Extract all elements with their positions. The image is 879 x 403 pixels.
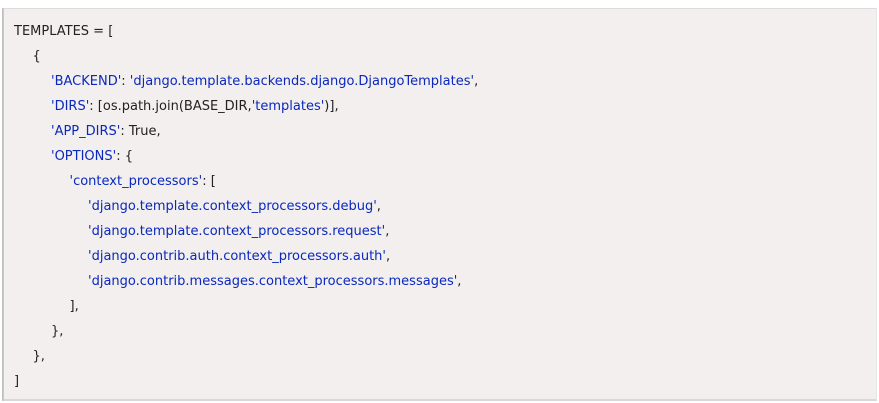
code-text-token: : { xyxy=(116,149,133,164)
code-text-token: ] xyxy=(14,374,20,389)
code-line: { xyxy=(33,47,41,67)
code-string-token: 'APP_DIRS' xyxy=(51,124,121,139)
code-text-token: ], xyxy=(69,299,79,314)
code-string-token: 'django.template.context_processors.debu… xyxy=(88,199,377,214)
code-string-token: 'templates' xyxy=(251,99,325,114)
code-line: 'context_processors': [ xyxy=(70,172,216,192)
code-line: 'DIRS': [os.path.join(BASE_DIR,'template… xyxy=(51,97,339,117)
code-text-token: )], xyxy=(324,99,339,114)
code-block: TEMPLATES = [ { 'BACKEND': 'django.templat… xyxy=(3,8,877,401)
code-string-token: 'django.template.context_processors.requ… xyxy=(88,224,386,239)
code-line: 'OPTIONS': { xyxy=(51,147,133,167)
code-text-token: }, xyxy=(51,324,64,339)
code-line: TEMPLATES = [ xyxy=(14,22,113,42)
code-text-token: , xyxy=(385,224,390,239)
code-text-token: : [ xyxy=(202,174,216,189)
code-string-token: 'BACKEND' xyxy=(51,74,122,89)
code-text-token: : [os.path.join(BASE_DIR, xyxy=(89,99,252,114)
code-line: ], xyxy=(70,297,79,317)
code-text-token: }, xyxy=(32,349,45,364)
code-string-token: 'django.template.backends.django.DjangoT… xyxy=(129,74,475,89)
code-text-token: TEMPLATES = [ xyxy=(14,24,114,39)
code-line: 'django.contrib.messages.context_process… xyxy=(88,272,461,292)
code-text-token: , xyxy=(385,249,391,264)
code-text-token: { xyxy=(32,49,41,64)
code-text-token: : xyxy=(121,74,130,89)
code-line: }, xyxy=(51,322,63,342)
code-line: 'django.template.context_processors.requ… xyxy=(88,222,389,242)
code-line: 'BACKEND': 'django.template.backends.dja… xyxy=(51,72,478,92)
code-text-token: , xyxy=(376,199,381,214)
code-string-token: 'DIRS' xyxy=(51,99,90,114)
code-line: ] xyxy=(14,372,19,392)
code-text-token: : True, xyxy=(120,124,161,139)
code-string-token: 'django.contrib.auth.context_processors.… xyxy=(88,249,386,264)
code-string-token: 'OPTIONS' xyxy=(51,149,117,164)
code-line: }, xyxy=(33,347,45,367)
code-line: 'django.template.context_processors.debu… xyxy=(88,197,381,217)
code-line: 'APP_DIRS': True, xyxy=(51,122,161,142)
code-string-token: 'django.contrib.messages.context_process… xyxy=(88,274,458,289)
code-text-token: , xyxy=(474,74,479,89)
code-string-token: 'context_processors' xyxy=(69,174,203,189)
code-text-token: , xyxy=(457,274,462,289)
code-line: 'django.contrib.auth.context_processors.… xyxy=(88,247,390,267)
